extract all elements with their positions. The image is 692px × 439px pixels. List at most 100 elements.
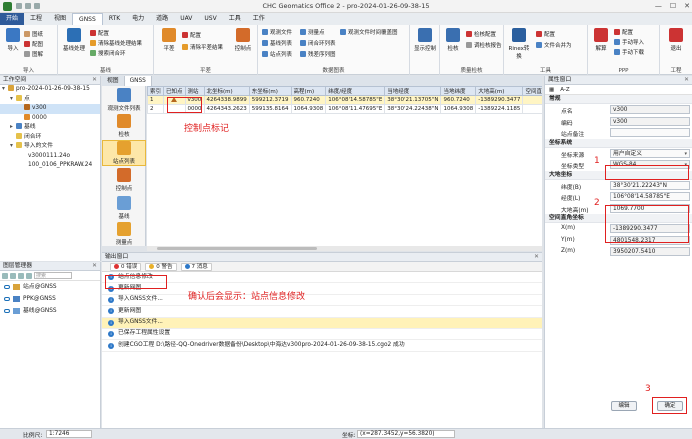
close-icon[interactable]: ✕ [92,262,97,271]
minimize-icon[interactable]: — [655,2,662,10]
baseline-process-button[interactable]: 基线处理 [61,28,87,52]
col-height[interactable]: 高程(m) [290,86,327,96]
ppp-solve-button[interactable]: 解算 [590,28,612,52]
tree-node-0000[interactable]: 0000 [0,113,100,124]
col-station[interactable]: 测站 [184,86,205,96]
edit-button[interactable]: 编辑 [611,401,637,411]
col-local-lon[interactable]: 当地经度 [384,86,442,96]
menu-start[interactable]: 开始 [0,13,25,25]
col-local-lat[interactable]: 当地纬度 [440,86,477,96]
z-field[interactable]: 3950207.5410 [610,247,690,256]
col-cartesian[interactable]: 空间直角 [522,86,542,96]
tab-view[interactable]: 视图 [102,76,125,86]
add-layer-icon[interactable] [2,272,8,279]
close-icon[interactable]: ✕ [534,253,539,262]
undo-icon[interactable] [25,3,31,9]
close-icon[interactable]: ✕ [684,2,690,10]
file-merge-button[interactable]: 文件合并为 [536,41,572,49]
check-report-button[interactable]: 调检核报告 [466,41,502,49]
baseline-config-button[interactable]: 配置 [90,29,109,37]
obs-time-coverage-button[interactable]: 观测文件时间覆盖图 [340,28,398,36]
col-ellip-height[interactable]: 大地高(m) [475,86,524,96]
tree-node-v300[interactable]: v300 [0,104,100,114]
longitude-field[interactable]: 106°08'14.58785"E [610,192,690,201]
adjust-config-button[interactable]: 配置 [182,31,201,39]
tree-node-imported[interactable]: ▾ 导入的文件 [0,142,100,152]
layer-search-input[interactable]: 搜索 [34,272,72,279]
sidebar-item-baseline[interactable]: 基线 [102,196,146,220]
display-control-button[interactable]: 显示控制 [412,28,438,52]
control-point-button[interactable]: 控制点 [232,28,254,52]
menu-tools[interactable]: 工具 [223,13,247,25]
tab-gnss[interactable]: GNSS [124,76,152,86]
col-east[interactable]: 东坐标(m) [248,86,292,96]
section-coordsys[interactable]: 坐标系统 [545,138,692,148]
menu-project[interactable]: 工程 [24,13,48,25]
menu-rtk[interactable]: RTK [103,13,126,25]
sidebar-item-survey-point[interactable]: 测量点 [102,222,146,246]
residual-chart-button[interactable]: 残差序列图 [300,50,336,58]
layer-up-icon[interactable] [18,272,24,279]
point-name-field[interactable]: v300 [610,105,690,114]
info-filter-button[interactable]: 7 消息 [180,262,212,271]
tree-node-loop[interactable]: 闭合环 [0,132,100,143]
redo-icon[interactable] [34,3,40,9]
layer-down-icon[interactable] [26,272,32,279]
warning-filter-button[interactable]: 0 警告 [145,262,177,271]
point-code-field[interactable]: v300 [610,116,690,126]
sidebar-item-check[interactable]: 检核 [102,114,146,138]
table-row[interactable]: 1 v300 4264338.9899 599212.3719 960.7240… [147,95,542,105]
horizontal-scrollbar[interactable] [147,246,542,251]
menu-usv[interactable]: USV [198,13,222,25]
tools-config-button[interactable]: 配置 [536,30,555,38]
survey-point-button[interactable]: 测量点 [300,28,325,36]
import-diagram-button[interactable]: 图解 [24,50,43,58]
check-config-button[interactable]: 检核配置 [466,30,496,38]
menu-road[interactable]: 道路 [150,13,174,25]
menu-gnss[interactable]: GNSS [72,13,103,25]
layer-item-baseline[interactable]: 基线@GNSS [0,305,100,317]
import-button[interactable]: 导入 [2,28,24,52]
latitude-field[interactable]: 38°30'21.22243"N [610,180,690,190]
table-row[interactable]: 2 0000 4264343.2623 599135.8164 1064.930… [147,104,542,114]
error-filter-button[interactable]: 0 错误 [110,262,142,271]
layer-item-station[interactable]: 站点@GNSS [0,281,100,293]
menu-uav[interactable]: UAV [174,13,198,25]
menu-view[interactable]: 视图 [48,13,72,25]
clear-baseline-result-button[interactable]: 清除基线处理结果 [90,39,142,47]
obs-file-view-button[interactable]: 观测文件 [262,28,292,36]
tree-node-project[interactable]: ▾ pro-2024-01-26-09-38-15 [0,85,100,95]
section-general[interactable]: 常规 [545,95,692,104]
station-note-field[interactable] [610,128,690,137]
alpha-sort-button[interactable]: A-Z [560,87,569,93]
sidebar-item-station-list[interactable]: 站点列表 [102,140,146,166]
menu-power[interactable]: 电力 [126,13,150,25]
tree-node-file2[interactable]: 100_0106_PPKRAW.24 [0,161,100,171]
clear-adjust-result-button[interactable]: 清除平差结果 [182,43,223,51]
coord-source-select[interactable]: 用户自定义 [610,148,690,158]
save-icon[interactable] [16,3,22,9]
category-sort-icon[interactable]: ▦ [549,87,554,93]
adjust-button[interactable]: 平差 [158,28,180,52]
loop-list-button[interactable]: 闭合环列表 [300,39,336,47]
sidebar-item-control-point[interactable]: 控制点 [102,168,146,192]
close-icon[interactable]: ✕ [92,76,97,85]
menu-work[interactable]: 工作 [247,13,271,25]
check-button[interactable]: 检核 [442,28,464,52]
import-drawing-button[interactable]: 图纸 [24,30,43,38]
col-north[interactable]: 北坐标(m) [203,86,250,96]
col-index[interactable]: 索引 [147,86,165,96]
close-icon[interactable]: ✕ [684,76,689,85]
sidebar-item-obs-files[interactable]: 观测文件列表 [102,88,146,112]
exit-button[interactable]: 退出 [665,28,687,52]
ppp-config-button[interactable]: 配置 [614,28,633,36]
tree-node-file1[interactable]: v3000111.24o [0,152,100,162]
manual-import-button[interactable]: 手动导入 [614,38,644,46]
rinex-convert-button[interactable]: Rinex转换 [506,28,532,60]
scale-select[interactable]: 1:7246 [46,430,92,438]
import-config-button[interactable]: 配图 [24,40,43,48]
tree-node-points[interactable]: ▾ 点 [0,94,100,105]
station-list-button[interactable]: 站点列表 [262,50,292,58]
search-loop-button[interactable]: 搜索闭合环 [90,49,126,57]
col-latlon[interactable]: 纬度/经度 [325,86,386,96]
